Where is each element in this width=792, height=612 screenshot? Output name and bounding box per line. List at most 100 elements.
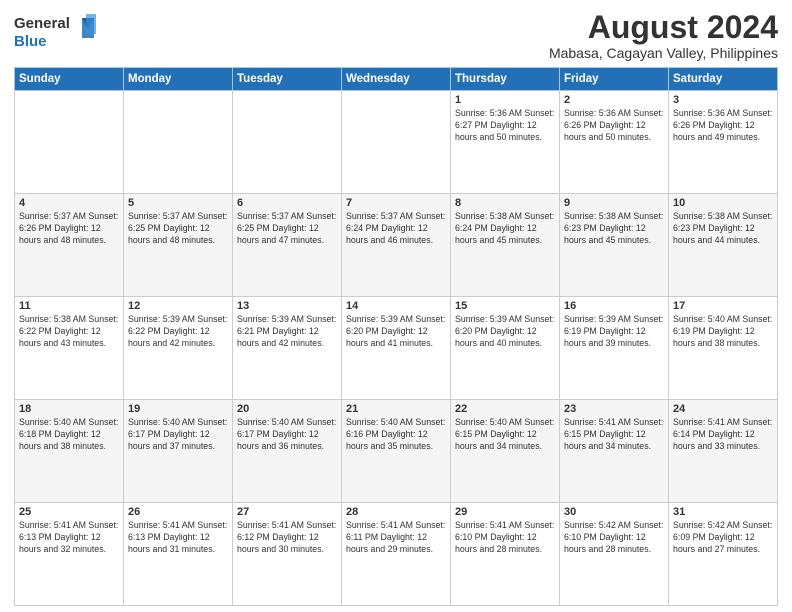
calendar-cell: 31 Sunrise: 5:42 AM Sunset: 6:09 PM Dayli… xyxy=(669,503,778,606)
day-info: Sunrise: 5:41 AM Sunset: 6:12 PM Dayligh… xyxy=(237,520,337,556)
calendar-cell: 20 Sunrise: 5:40 AM Sunset: 6:17 PM Dayli… xyxy=(233,400,342,503)
day-info: Sunrise: 5:40 AM Sunset: 6:17 PM Dayligh… xyxy=(237,417,337,453)
day-number: 13 xyxy=(237,300,337,312)
day-number: 1 xyxy=(455,94,555,106)
logo-icon: General Blue xyxy=(14,10,104,52)
calendar-header-saturday: Saturday xyxy=(669,68,778,91)
day-number: 9 xyxy=(564,197,664,209)
day-info: Sunrise: 5:40 AM Sunset: 6:19 PM Dayligh… xyxy=(673,314,773,350)
day-number: 5 xyxy=(128,197,228,209)
day-number: 4 xyxy=(19,197,119,209)
day-info: Sunrise: 5:38 AM Sunset: 6:22 PM Dayligh… xyxy=(19,314,119,350)
calendar-cell: 1 Sunrise: 5:36 AM Sunset: 6:27 PM Daylig… xyxy=(451,91,560,194)
day-number: 21 xyxy=(346,403,446,415)
day-info: Sunrise: 5:39 AM Sunset: 6:20 PM Dayligh… xyxy=(346,314,446,350)
day-info: Sunrise: 5:40 AM Sunset: 6:17 PM Dayligh… xyxy=(128,417,228,453)
calendar-cell: 17Sunrise: 5:40 AM Sunset: 6:19 PM Dayli… xyxy=(669,297,778,400)
calendar-cell: 2Sunrise: 5:36 AM Sunset: 6:26 PM Daylig… xyxy=(560,91,669,194)
calendar-week-row: 1 Sunrise: 5:36 AM Sunset: 6:27 PM Daylig… xyxy=(15,91,778,194)
day-number: 27 xyxy=(237,506,337,518)
day-info: Sunrise: 5:41 AM Sunset: 6:13 PM Dayligh… xyxy=(128,520,228,556)
calendar-cell: 6 Sunrise: 5:37 AM Sunset: 6:25 PM Daylig… xyxy=(233,194,342,297)
calendar-cell: 14 Sunrise: 5:39 AM Sunset: 6:20 PM Dayli… xyxy=(342,297,451,400)
day-info: Sunrise: 5:39 AM Sunset: 6:19 PM Dayligh… xyxy=(564,314,664,350)
day-number: 29 xyxy=(455,506,555,518)
page: General Blue August 2024 Mabasa, Cagayan… xyxy=(0,0,792,612)
day-info: Sunrise: 5:39 AM Sunset: 6:21 PM Dayligh… xyxy=(237,314,337,350)
calendar-header-thursday: Thursday xyxy=(451,68,560,91)
day-number: 10 xyxy=(673,197,773,209)
calendar-cell: 26 Sunrise: 5:41 AM Sunset: 6:13 PM Dayli… xyxy=(124,503,233,606)
calendar-table: SundayMondayTuesdayWednesdayThursdayFrid… xyxy=(14,67,778,606)
calendar-cell: 12Sunrise: 5:39 AM Sunset: 6:22 PM Dayli… xyxy=(124,297,233,400)
day-number: 22 xyxy=(455,403,555,415)
day-info: Sunrise: 5:41 AM Sunset: 6:11 PM Dayligh… xyxy=(346,520,446,556)
svg-text:Blue: Blue xyxy=(14,33,47,50)
svg-text:General: General xyxy=(14,15,70,32)
day-info: Sunrise: 5:37 AM Sunset: 6:25 PM Dayligh… xyxy=(237,211,337,247)
calendar-cell: 22Sunrise: 5:40 AM Sunset: 6:15 PM Dayli… xyxy=(451,400,560,503)
calendar-cell: 18 Sunrise: 5:40 AM Sunset: 6:18 PM Dayli… xyxy=(15,400,124,503)
calendar-cell: 23 Sunrise: 5:41 AM Sunset: 6:15 PM Dayli… xyxy=(560,400,669,503)
calendar-cell: 21 Sunrise: 5:40 AM Sunset: 6:16 PM Dayli… xyxy=(342,400,451,503)
calendar-cell: 7Sunrise: 5:37 AM Sunset: 6:24 PM Daylig… xyxy=(342,194,451,297)
calendar-cell: 27 Sunrise: 5:41 AM Sunset: 6:12 PM Dayli… xyxy=(233,503,342,606)
header: General Blue August 2024 Mabasa, Cagayan… xyxy=(14,10,778,61)
calendar-header-friday: Friday xyxy=(560,68,669,91)
calendar-week-row: 11 Sunrise: 5:38 AM Sunset: 6:22 PM Dayli… xyxy=(15,297,778,400)
day-info: Sunrise: 5:42 AM Sunset: 6:09 PM Dayligh… xyxy=(673,520,773,556)
day-number: 18 xyxy=(19,403,119,415)
logo: General Blue xyxy=(14,10,104,57)
calendar-cell: 24 Sunrise: 5:41 AM Sunset: 6:14 PM Dayli… xyxy=(669,400,778,503)
day-number: 20 xyxy=(237,403,337,415)
day-number: 3 xyxy=(673,94,773,106)
calendar-cell: 30Sunrise: 5:42 AM Sunset: 6:10 PM Dayli… xyxy=(560,503,669,606)
title-block: August 2024 Mabasa, Cagayan Valley, Phil… xyxy=(549,10,778,61)
day-number: 11 xyxy=(19,300,119,312)
day-info: Sunrise: 5:40 AM Sunset: 6:18 PM Dayligh… xyxy=(19,417,119,453)
day-info: Sunrise: 5:38 AM Sunset: 6:23 PM Dayligh… xyxy=(564,211,664,247)
day-info: Sunrise: 5:40 AM Sunset: 6:16 PM Dayligh… xyxy=(346,417,446,453)
calendar-cell: 11 Sunrise: 5:38 AM Sunset: 6:22 PM Dayli… xyxy=(15,297,124,400)
day-number: 25 xyxy=(19,506,119,518)
day-number: 2 xyxy=(564,94,664,106)
calendar-cell: 15 Sunrise: 5:39 AM Sunset: 6:20 PM Dayli… xyxy=(451,297,560,400)
day-number: 15 xyxy=(455,300,555,312)
calendar-cell: 19 Sunrise: 5:40 AM Sunset: 6:17 PM Dayli… xyxy=(124,400,233,503)
calendar-header-wednesday: Wednesday xyxy=(342,68,451,91)
calendar-cell: 4 Sunrise: 5:37 AM Sunset: 6:26 PM Daylig… xyxy=(15,194,124,297)
day-number: 14 xyxy=(346,300,446,312)
calendar-cell: 13 Sunrise: 5:39 AM Sunset: 6:21 PM Dayli… xyxy=(233,297,342,400)
calendar-header-tuesday: Tuesday xyxy=(233,68,342,91)
day-info: Sunrise: 5:39 AM Sunset: 6:20 PM Dayligh… xyxy=(455,314,555,350)
calendar-cell: 25 Sunrise: 5:41 AM Sunset: 6:13 PM Dayli… xyxy=(15,503,124,606)
calendar-week-row: 25 Sunrise: 5:41 AM Sunset: 6:13 PM Dayli… xyxy=(15,503,778,606)
calendar-week-row: 4 Sunrise: 5:37 AM Sunset: 6:26 PM Daylig… xyxy=(15,194,778,297)
day-number: 19 xyxy=(128,403,228,415)
calendar-header-row: SundayMondayTuesdayWednesdayThursdayFrid… xyxy=(15,68,778,91)
calendar-cell xyxy=(124,91,233,194)
main-title: August 2024 xyxy=(549,10,778,45)
day-info: Sunrise: 5:41 AM Sunset: 6:14 PM Dayligh… xyxy=(673,417,773,453)
calendar-header-monday: Monday xyxy=(124,68,233,91)
day-info: Sunrise: 5:37 AM Sunset: 6:25 PM Dayligh… xyxy=(128,211,228,247)
day-number: 8 xyxy=(455,197,555,209)
day-number: 24 xyxy=(673,403,773,415)
day-number: 23 xyxy=(564,403,664,415)
day-number: 6 xyxy=(237,197,337,209)
day-number: 26 xyxy=(128,506,228,518)
sub-title: Mabasa, Cagayan Valley, Philippines xyxy=(549,45,778,61)
day-number: 16 xyxy=(564,300,664,312)
day-info: Sunrise: 5:41 AM Sunset: 6:13 PM Dayligh… xyxy=(19,520,119,556)
calendar-cell xyxy=(233,91,342,194)
calendar-cell: 28Sunrise: 5:41 AM Sunset: 6:11 PM Dayli… xyxy=(342,503,451,606)
day-info: Sunrise: 5:41 AM Sunset: 6:15 PM Dayligh… xyxy=(564,417,664,453)
day-info: Sunrise: 5:37 AM Sunset: 6:26 PM Dayligh… xyxy=(19,211,119,247)
calendar-cell: 29Sunrise: 5:41 AM Sunset: 6:10 PM Dayli… xyxy=(451,503,560,606)
day-number: 31 xyxy=(673,506,773,518)
day-info: Sunrise: 5:36 AM Sunset: 6:27 PM Dayligh… xyxy=(455,108,555,144)
day-info: Sunrise: 5:39 AM Sunset: 6:22 PM Dayligh… xyxy=(128,314,228,350)
calendar-cell: 10Sunrise: 5:38 AM Sunset: 6:23 PM Dayli… xyxy=(669,194,778,297)
day-number: 30 xyxy=(564,506,664,518)
day-info: Sunrise: 5:36 AM Sunset: 6:26 PM Dayligh… xyxy=(673,108,773,144)
